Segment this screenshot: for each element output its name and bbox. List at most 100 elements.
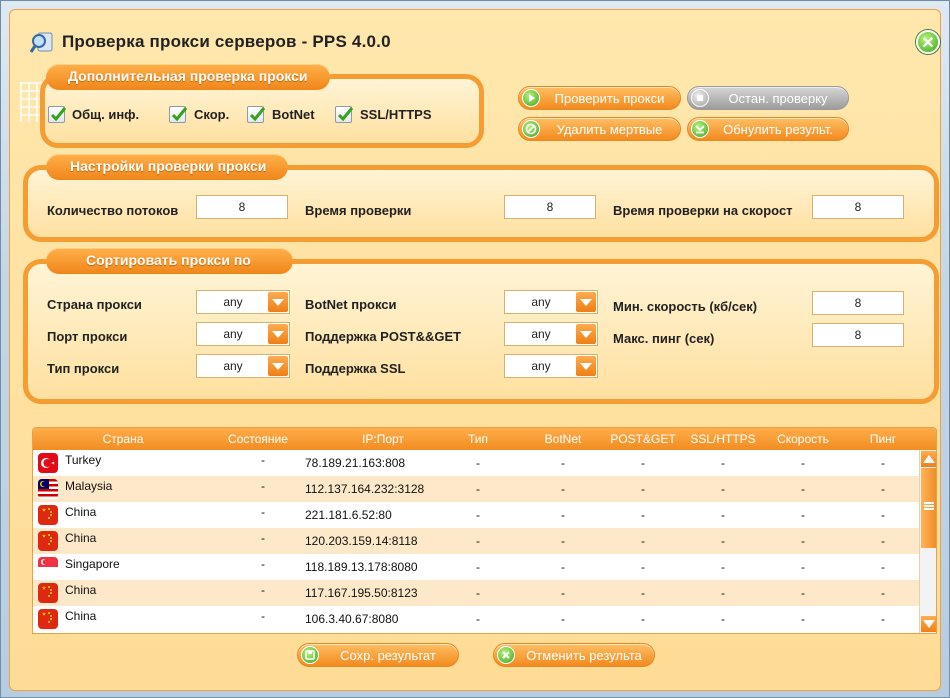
checkbox-general-info[interactable] [48,106,67,123]
cell-type: - [476,612,480,626]
cell-ssl: - [721,456,725,470]
max-ping-input[interactable]: 8 [812,323,904,347]
table-row[interactable]: China - 117.167.195.50:8123 - - - - - - [33,580,919,606]
app-body: Проверка прокси серверов - PPS 4.0.0 ✕ P… [9,9,941,691]
type-label: Тип прокси [47,361,120,376]
block-icon [522,120,540,138]
table-row[interactable]: China - 120.203.159.14:8118 - - - - - - [33,528,919,554]
cell-botnet: - [561,456,565,470]
checkbox-speed[interactable] [169,106,188,123]
cell-postget: - [641,586,645,600]
table-header: Страна Состояние IP:Порт Тип BotNet POST… [33,428,936,450]
table-row[interactable]: China - 221.181.6.52:80 - - - - - - [33,502,919,528]
cell-type: - [476,482,480,496]
checkbox-label-general-info: Общ. инф. [72,107,140,122]
reset-results-button[interactable]: Обнулить результ. [687,117,849,141]
table-row[interactable]: China - 106.3.40.67:8080 - - - - - - [33,606,919,632]
table-row[interactable]: Malaysia - 112.137.164.232:3128 - - - - - - [33,476,919,502]
check-icon [171,107,188,122]
cell-ssl: - [721,534,725,548]
col-ping[interactable]: Пинг [853,432,913,446]
singapore-flag-icon [38,557,58,577]
cell-state: - [261,479,265,493]
app-window: Проверка прокси серверов - PPS 4.0.0 ✕ P… [0,0,950,698]
col-ip[interactable]: IP:Порт [323,432,443,446]
table-row[interactable]: Singapore - 118.189.13.178:8080 - - - - - - [33,554,919,580]
col-country[interactable]: Страна [63,432,183,446]
checkbox-botnet[interactable] [247,106,266,123]
delete-dead-button[interactable]: Удалить мертвые [518,117,681,141]
ssl-select[interactable]: any [504,354,598,378]
col-state[interactable]: Состояние [213,432,303,446]
scrollbar[interactable] [919,450,936,633]
botnet-label: BotNet прокси [305,297,397,312]
cell-country: Malaysia [65,479,113,493]
min-speed-input[interactable]: 8 [812,291,904,315]
chevron-down-icon [268,292,288,312]
check-icon [337,107,354,122]
cell-type: - [476,456,480,470]
cell-speed: - [801,586,805,600]
scroll-up-icon[interactable] [921,451,936,467]
cell-postget: - [641,534,645,548]
chevron-down-icon [268,324,288,344]
checkbox-ssl[interactable] [335,106,354,123]
cell-botnet: - [561,508,565,522]
cell-speed: - [801,560,805,574]
col-botnet[interactable]: BotNet [533,432,593,446]
sort-panel [23,259,939,404]
stop-check-button[interactable]: Остан. проверку [687,86,849,110]
china-flag-icon [38,609,58,629]
download-icon [691,120,709,138]
cell-ssl: - [721,612,725,626]
save-results-button[interactable]: Сохр. результат [297,643,459,667]
settings-title: Настройки проверки прокси [46,154,289,180]
cell-state: - [261,609,265,623]
scroll-down-icon[interactable] [921,616,936,632]
check-icon [50,107,67,122]
china-flag-icon [38,531,58,551]
port-label: Порт прокси [47,329,128,344]
cell-ping: - [881,586,885,600]
cell-ping: - [881,456,885,470]
type-select[interactable]: any [196,354,290,378]
cancel-results-button[interactable]: Отменить результа [493,643,655,667]
checkbox-label-botnet: BotNet [272,107,315,122]
cell-ssl: - [721,508,725,522]
cell-ip: 106.3.40.67:8080 [305,612,399,626]
cell-botnet: - [561,560,565,574]
cell-botnet: - [561,612,565,626]
scroll-thumb[interactable] [921,468,936,548]
table-row[interactable]: Turkey - 78.189.21.163:808 - - - - - - [33,450,919,476]
threads-input[interactable]: 8 [196,195,288,219]
cell-state: - [261,557,265,571]
cell-country: China [65,531,97,545]
check-time-input[interactable]: 8 [504,195,596,219]
col-postget[interactable]: POST&GET [603,432,683,446]
cell-type: - [476,586,480,600]
cell-postget: - [641,508,645,522]
cell-botnet: - [561,534,565,548]
check-proxy-button[interactable]: Проверить прокси [518,86,681,110]
col-ssl[interactable]: SSL/HTTPS [683,432,763,446]
country-select[interactable]: any [196,290,290,314]
col-speed[interactable]: Скорость [768,432,838,446]
country-label: Страна прокси [47,297,142,312]
min-speed-label: Мин. скорость (кб/сек) [613,299,758,314]
ssl-label: Поддержка SSL [305,361,406,376]
cell-ip: 78.189.21.163:808 [305,456,406,470]
cell-ping: - [881,482,885,496]
cell-country: China [65,583,97,597]
cell-ssl: - [721,586,725,600]
botnet-select[interactable]: any [504,290,598,314]
close-button[interactable]: ✕ [916,30,940,54]
port-select[interactable]: any [196,322,290,346]
extra-check-title: Дополнительная проверка прокси [46,64,330,90]
chevron-down-icon [576,356,596,376]
china-flag-icon [38,583,58,603]
chevron-down-icon [576,292,596,312]
postget-select[interactable]: any [504,322,598,346]
speed-time-label: Время проверки на скорост [613,203,793,218]
col-type[interactable]: Тип [453,432,503,446]
speed-time-input[interactable]: 8 [812,195,904,219]
